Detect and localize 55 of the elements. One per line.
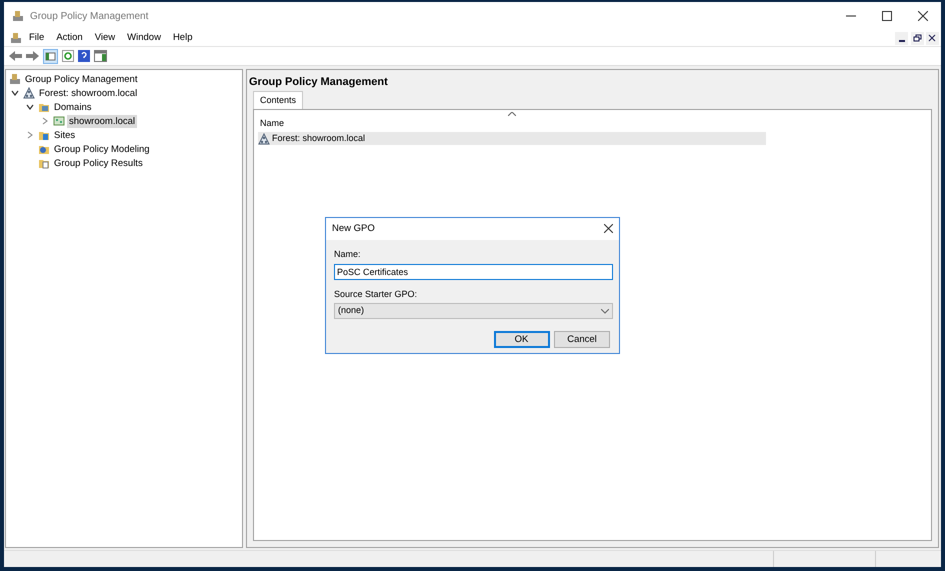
window-title: Group Policy Management xyxy=(30,10,148,24)
pane-title: Group Policy Management xyxy=(249,75,389,90)
field-label: Source Starter GPO: xyxy=(334,288,418,300)
tree-item[interactable]: Forest: showroom.local xyxy=(37,86,140,100)
restore-button[interactable] xyxy=(910,32,924,44)
expand-icon[interactable] xyxy=(26,131,34,139)
forest-icon xyxy=(258,132,270,144)
minimize-icon xyxy=(898,40,905,42)
list-row[interactable]: Forest: showroom.local xyxy=(258,132,766,145)
menu-item[interactable]: Window xyxy=(122,30,166,46)
sort-icon xyxy=(508,112,516,116)
collapse-icon[interactable] xyxy=(11,89,19,97)
column-header[interactable]: Name xyxy=(260,117,284,131)
menu-item[interactable]: File xyxy=(24,30,50,46)
expand-icon[interactable] xyxy=(41,117,49,125)
results-icon xyxy=(38,157,50,169)
restore-icon xyxy=(912,33,922,43)
close-button[interactable] xyxy=(926,32,939,44)
console-icon xyxy=(9,73,21,85)
tree-item[interactable]: Group Policy Modeling xyxy=(52,142,152,156)
tree-item[interactable]: Sites xyxy=(52,128,78,142)
tree-item[interactable]: Group Policy Management xyxy=(23,72,140,86)
field-label: Name: xyxy=(334,248,362,261)
close-icon[interactable] xyxy=(604,224,613,233)
show-tree-icon[interactable] xyxy=(43,48,58,64)
back-icon[interactable] xyxy=(9,51,22,61)
help-icon[interactable] xyxy=(78,50,90,62)
dialog-title: New GPO xyxy=(332,222,375,236)
action-pane-icon[interactable] xyxy=(94,50,107,62)
tree-item[interactable]: Group Policy Results xyxy=(52,156,145,170)
tree-item[interactable]: Domains xyxy=(52,100,94,114)
domain-icon xyxy=(53,115,65,127)
menu-item[interactable]: View xyxy=(90,30,120,46)
maximize-icon[interactable] xyxy=(882,11,892,21)
console-icon xyxy=(10,32,22,44)
dialog-button[interactable]: OK xyxy=(494,331,550,348)
folder-icon xyxy=(38,101,50,113)
menu-item[interactable]: Action xyxy=(51,30,88,46)
dialog-button[interactable]: Cancel xyxy=(554,331,610,348)
caret-icon xyxy=(601,308,609,314)
folder-icon xyxy=(38,129,50,141)
modeling-icon xyxy=(38,143,50,155)
console-icon xyxy=(12,10,24,22)
forward-icon[interactable] xyxy=(26,51,39,61)
source-dropdown[interactable]: (none) xyxy=(334,303,613,319)
name-field[interactable]: PoSC Certificates xyxy=(334,264,613,280)
close-icon xyxy=(927,33,938,43)
tab[interactable]: Contents xyxy=(253,90,304,109)
tree-item[interactable]: showroom.local xyxy=(67,114,137,128)
forest-icon xyxy=(23,87,35,99)
close-icon[interactable] xyxy=(918,11,928,21)
collapse-icon[interactable] xyxy=(26,103,34,111)
minimize-button[interactable] xyxy=(895,32,908,44)
refresh-icon[interactable] xyxy=(62,50,74,62)
menu-item[interactable]: Help xyxy=(168,30,198,46)
